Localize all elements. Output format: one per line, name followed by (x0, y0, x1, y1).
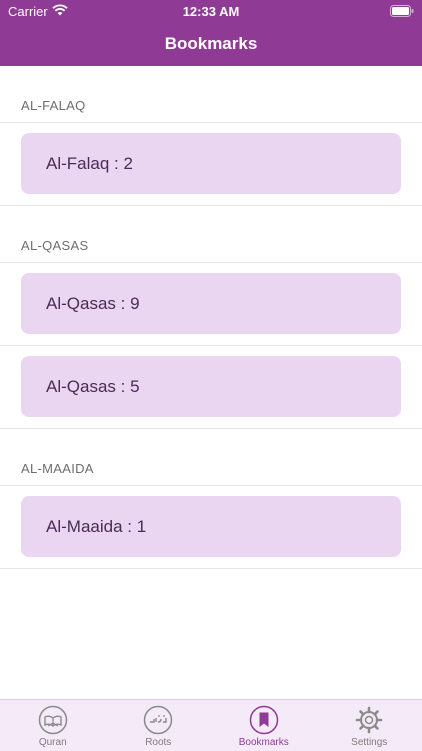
section-title: AL-QASAS (21, 238, 88, 253)
bookmark-row[interactable]: Al-Qasas : 5 (0, 346, 422, 429)
bookmarks-list: AL-FALAQ Al-Falaq : 2 AL-QASAS Al-Qasas … (0, 66, 422, 569)
bookmark-row[interactable]: Al-Maaida : 1 (0, 486, 422, 569)
tab-bookmarks[interactable]: Bookmarks (211, 700, 317, 751)
status-bar: Carrier 12:33 AM (0, 0, 422, 24)
bookmark-card[interactable]: Al-Qasas : 9 (21, 273, 401, 334)
bookmark-label: Al-Qasas : 5 (46, 377, 140, 397)
tab-label: Bookmarks (211, 737, 317, 748)
bookmark-icon (249, 705, 279, 735)
section-header-al-qasas: AL-QASAS (0, 224, 422, 263)
bookmark-card[interactable]: Al-Qasas : 5 (21, 356, 401, 417)
section-header-al-falaq: AL-FALAQ (0, 66, 422, 123)
page-title: Bookmarks (0, 34, 422, 54)
bookmark-card[interactable]: Al-Falaq : 2 (21, 133, 401, 194)
tab-quran[interactable]: Quran (0, 700, 106, 751)
tab-label: Roots (106, 737, 212, 748)
arabic-roots-icon (143, 705, 173, 735)
section-title: AL-FALAQ (21, 98, 86, 113)
tab-label: Settings (317, 737, 422, 748)
bookmark-card[interactable]: Al-Maaida : 1 (21, 496, 401, 557)
bookmark-label: Al-Qasas : 9 (46, 294, 140, 314)
tab-roots[interactable]: Roots (106, 700, 212, 751)
bookmark-label: Al-Falaq : 2 (46, 154, 133, 174)
tab-label: Quran (0, 737, 106, 748)
battery-icon (390, 5, 414, 17)
gear-icon (354, 705, 384, 735)
quran-book-icon (38, 705, 68, 735)
section-header-al-maaida: AL-MAAIDA (0, 447, 422, 486)
tab-bar: Quran Roots Bookmarks (0, 699, 422, 751)
bookmark-row[interactable]: Al-Falaq : 2 (0, 123, 422, 206)
status-time: 12:33 AM (0, 4, 422, 19)
bookmark-label: Al-Maaida : 1 (46, 517, 146, 537)
section-title: AL-MAAIDA (21, 461, 94, 476)
tab-settings[interactable]: Settings (317, 700, 422, 751)
header: Carrier 12:33 AM Bookmarks (0, 0, 422, 66)
bookmark-row[interactable]: Al-Qasas : 9 (0, 263, 422, 346)
